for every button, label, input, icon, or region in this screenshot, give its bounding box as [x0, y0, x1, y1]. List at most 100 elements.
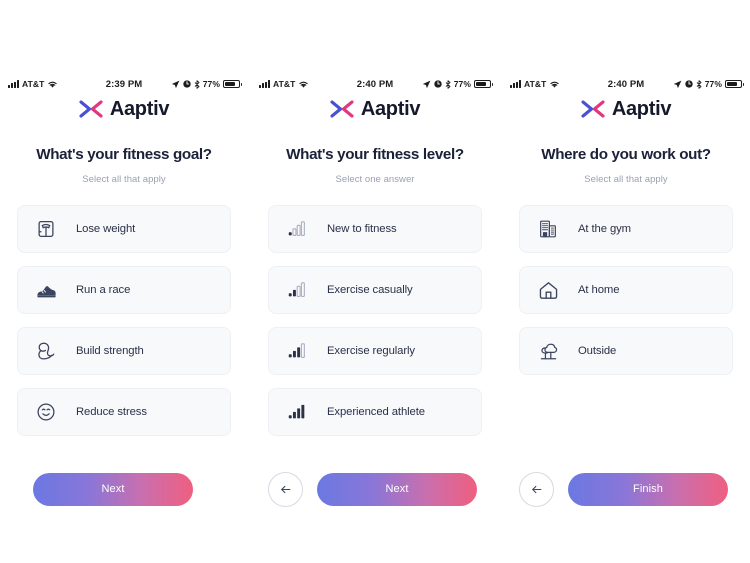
signal-level-2-icon [283, 276, 311, 304]
signal-bars-icon [8, 80, 19, 88]
wifi-icon [48, 81, 58, 88]
phone-screen-fitness-goal: AT&T 2:39 PM 77% Aaptiv What's your fitn… [0, 0, 248, 563]
status-bar: AT&T 2:39 PM 77% [0, 77, 248, 91]
brand-name: Aaptiv [360, 98, 421, 120]
tree-icon [534, 337, 562, 365]
building-icon [534, 215, 562, 243]
status-bar-left: AT&T [502, 79, 594, 89]
smiley-face-icon [32, 398, 60, 426]
option-at-the-gym[interactable]: At the gym [519, 205, 733, 253]
aaptiv-chevrons-logo-icon [330, 100, 354, 118]
option-label: Exercise casually [327, 284, 413, 296]
footer-actions: Next [0, 470, 248, 508]
battery-icon [474, 80, 493, 88]
carrier-label: AT&T [524, 79, 547, 89]
option-label: Build strength [76, 345, 144, 357]
signal-bars-icon [510, 80, 521, 88]
signal-level-3-icon [283, 337, 311, 365]
house-icon [534, 276, 562, 304]
finish-button[interactable]: Finish [568, 472, 728, 506]
status-bar: AT&T 2:40 PM 77% [502, 77, 750, 91]
app-logo: Aaptiv [251, 99, 499, 119]
option-label: At the gym [578, 223, 631, 235]
brand-name: Aaptiv [611, 98, 672, 120]
option-run-a-race[interactable]: Run a race [17, 266, 231, 314]
aaptiv-chevrons-logo-icon [79, 100, 103, 118]
status-bar-left: AT&T [251, 79, 343, 89]
option-at-home[interactable]: At home [519, 266, 733, 314]
battery-percent-label: 77% [704, 79, 722, 89]
do-not-disturb-icon [183, 80, 191, 88]
aaptiv-chevrons-logo-icon [581, 100, 605, 118]
back-button[interactable] [519, 471, 554, 507]
status-bar-left: AT&T [0, 79, 92, 89]
next-button[interactable]: Next [317, 472, 477, 506]
signal-bars-icon [259, 80, 270, 88]
running-shoe-icon [32, 276, 60, 304]
carrier-label: AT&T [22, 79, 45, 89]
back-button[interactable] [268, 471, 303, 507]
brand-name: Aaptiv [109, 98, 170, 120]
carrier-label: AT&T [273, 79, 296, 89]
page-subtitle: Select all that apply [82, 174, 166, 185]
option-reduce-stress[interactable]: Reduce stress [17, 388, 231, 436]
status-bar-right: 77% [156, 79, 248, 89]
signal-level-4-icon [283, 398, 311, 426]
option-new-to-fitness[interactable]: New to fitness [268, 205, 482, 253]
app-logo: Aaptiv [502, 99, 750, 119]
page-title: Where do you work out? [541, 146, 711, 163]
option-label: Lose weight [76, 223, 136, 235]
option-experienced-athlete[interactable]: Experienced athlete [268, 388, 482, 436]
status-bar-clock: 2:40 PM [356, 78, 394, 90]
status-bar-right: 77% [407, 79, 499, 89]
arrow-left-icon [281, 485, 291, 493]
option-build-strength[interactable]: Build strength [17, 327, 231, 375]
phone-screen-fitness-level: AT&T 2:40 PM 77% Aaptiv What's your fitn… [251, 0, 499, 563]
option-exercise-casually[interactable]: Exercise casually [268, 266, 482, 314]
location-arrow-icon [171, 80, 180, 88]
do-not-disturb-icon [434, 80, 442, 88]
status-bar-right: 77% [658, 79, 750, 89]
location-arrow-icon [673, 80, 682, 88]
battery-icon [725, 80, 744, 88]
bluetooth-icon [194, 79, 200, 89]
app-logo: Aaptiv [0, 99, 248, 119]
option-exercise-regularly[interactable]: Exercise regularly [268, 327, 482, 375]
option-label: At home [578, 284, 620, 296]
flexed-bicep-icon [32, 337, 60, 365]
battery-percent-label: 77% [453, 79, 471, 89]
page-subtitle: Select all that apply [584, 174, 668, 185]
page-title: What's your fitness level? [286, 146, 464, 163]
location-arrow-icon [422, 80, 431, 88]
status-bar-clock: 2:39 PM [105, 78, 143, 90]
page-subtitle: Select one answer [335, 174, 415, 185]
battery-percent-label: 77% [202, 79, 220, 89]
footer-actions: Finish [502, 470, 750, 508]
option-label: Exercise regularly [327, 345, 415, 357]
bluetooth-icon [445, 79, 451, 89]
option-list: Lose weight Run a race Build strength Re… [17, 205, 231, 436]
status-bar-clock: 2:40 PM [607, 78, 645, 90]
page-title: What's your fitness goal? [36, 146, 212, 163]
status-bar: AT&T 2:40 PM 77% [251, 77, 499, 91]
do-not-disturb-icon [685, 80, 693, 88]
arrow-left-icon [532, 485, 542, 493]
option-label: Outside [578, 345, 617, 357]
bluetooth-icon [696, 79, 702, 89]
signal-level-1-icon [283, 215, 311, 243]
option-outside[interactable]: Outside [519, 327, 733, 375]
option-label: Experienced athlete [327, 406, 425, 418]
wifi-icon [550, 81, 560, 88]
footer-actions: Next [251, 470, 499, 508]
phone-screen-workout-location: AT&T 2:40 PM 77% Aaptiv Where do you wor… [502, 0, 750, 563]
onboarding-screens-collage: AT&T 2:39 PM 77% Aaptiv What's your fitn… [0, 0, 750, 563]
option-label: Reduce stress [76, 406, 147, 418]
scale-icon [32, 215, 60, 243]
option-lose-weight[interactable]: Lose weight [17, 205, 231, 253]
battery-icon [223, 80, 242, 88]
option-label: Run a race [76, 284, 131, 296]
option-list: New to fitness Exercise casually Exercis… [268, 205, 482, 436]
wifi-icon [299, 81, 309, 88]
next-button[interactable]: Next [33, 472, 193, 506]
option-label: New to fitness [327, 223, 397, 235]
